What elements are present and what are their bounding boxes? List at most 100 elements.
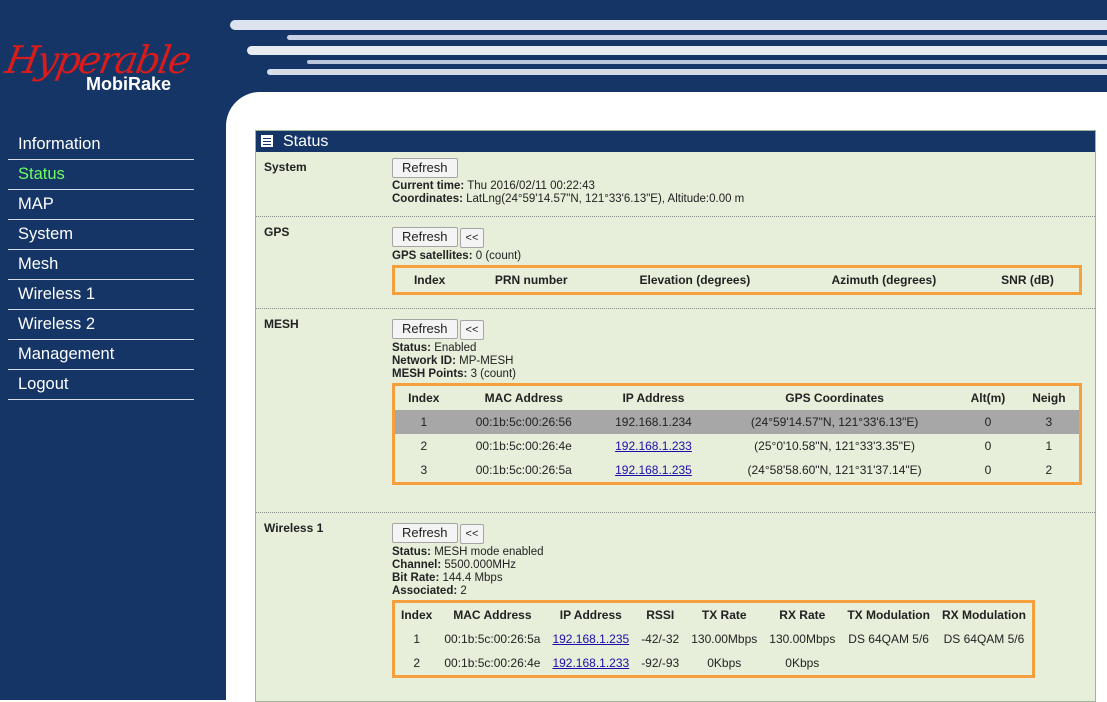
gps-section: GPS Refresh << GPS satellites: 0 (count) … — [256, 217, 1095, 309]
table-row[interactable]: 2 00:1b:5c:00:26:4e 192.168.1.233 -92/-9… — [394, 651, 1034, 677]
current-time-value: Thu 2016/02/11 00:22:43 — [467, 180, 595, 192]
table-header-row: Index MAC Address IP Address GPS Coordin… — [394, 385, 1081, 411]
column-header: IP Address — [622, 391, 685, 405]
associated-value: 2 — [460, 585, 467, 597]
gps-refresh-button[interactable]: Refresh — [392, 227, 458, 247]
column-header: MAC Address — [484, 391, 563, 405]
table-cell: 2 — [1045, 463, 1053, 477]
mesh-back-button[interactable]: << — [459, 320, 485, 340]
table-cell: 1 — [413, 632, 421, 646]
coordinates-value: LatLng(24°59'14.57"N, 121°33'6.13"E), Al… — [466, 193, 745, 205]
sidebar-item-logout[interactable]: Logout — [8, 370, 194, 400]
table-cell: 192.168.1.235 — [595, 458, 712, 484]
sidebar: Information Status MAP System Mesh Wirel… — [0, 125, 226, 700]
channel-value: 5500.000MHz — [444, 559, 517, 571]
column-header: RX Rate — [779, 608, 826, 622]
gps-back-button[interactable]: << — [459, 228, 485, 248]
wireless-1-table: Index MAC Address IP Address RSSI TX Rat… — [392, 600, 1035, 678]
system-title: System — [264, 160, 307, 174]
mesh-table: Index MAC Address IP Address GPS Coordin… — [392, 383, 1082, 485]
mesh-status-value: Enabled — [434, 342, 477, 354]
table-cell: 3 — [1018, 410, 1081, 434]
column-header: Elevation (degrees) — [639, 273, 751, 287]
table-cell: 00:1b:5c:00:26:5a — [444, 632, 541, 646]
system-refresh-button[interactable]: Refresh — [392, 158, 458, 178]
sidebar-item-management[interactable]: Management — [8, 340, 194, 370]
table-row[interactable]: 1 00:1b:5c:00:26:56 192.168.1.234 (24°59… — [393, 410, 1081, 434]
column-header: TX Modulation — [847, 608, 930, 622]
ip-link[interactable]: 192.168.1.235 — [615, 463, 692, 477]
column-header: Alt(m) — [970, 391, 1006, 405]
column-header: IP Address — [559, 608, 622, 622]
wireless-status-value: MESH mode enabled — [434, 546, 544, 558]
table-cell: DS 64QAM 5/6 — [848, 632, 929, 646]
channel-label: Channel: — [392, 559, 442, 571]
wireless-status-label: Status: — [392, 546, 431, 558]
table-cell: 1 — [393, 410, 453, 434]
mesh-section: MESH Refresh << Status: Enabled Network I… — [256, 309, 1095, 513]
table-cell: DS 64QAM 5/6 — [943, 632, 1025, 646]
column-header: Index — [413, 273, 446, 287]
table-cell: 0 — [984, 463, 992, 477]
column-header: Neigh — [1032, 391, 1066, 405]
ip-link[interactable]: 192.168.1.233 — [615, 439, 692, 453]
gps-satellites-value: 0 (count) — [475, 250, 522, 262]
wireless-1-back-button[interactable]: << — [459, 524, 485, 544]
table-row[interactable]: 3 00:1b:5c:00:26:5a 192.168.1.235 (24°58… — [394, 458, 1081, 484]
table-cell: 3 — [420, 463, 428, 477]
mesh-points-value: 3 (count) — [470, 368, 516, 380]
gps-title: GPS — [264, 225, 290, 239]
table-cell: 0 — [984, 439, 992, 453]
mesh-points-label: MESH Points: — [392, 368, 468, 380]
logo-subtitle: MobiRake — [86, 74, 172, 94]
status-panel: Status System Refresh Current time: Thu … — [255, 130, 1096, 702]
table-cell — [936, 651, 1034, 677]
sidebar-item-status[interactable]: Status — [8, 160, 194, 190]
table-cell: (24°58'58.60"N, 121°31'37.14"E) — [747, 463, 922, 477]
status-title: Status — [283, 133, 329, 150]
table-header-row: Index PRN number Elevation (degrees) Azi… — [394, 267, 1081, 294]
sidebar-item-map[interactable]: MAP — [8, 190, 194, 220]
bitrate-label: Bit Rate: — [392, 572, 440, 584]
column-header: Azimuth (degrees) — [831, 273, 937, 287]
table-header-row: Index MAC Address IP Address RSSI TX Rat… — [394, 602, 1034, 628]
sidebar-nav: Information Status MAP System Mesh Wirel… — [8, 130, 194, 400]
table-cell: 00:1b:5c:00:26:56 — [452, 410, 595, 434]
sidebar-item-wireless-1[interactable]: Wireless 1 — [8, 280, 194, 310]
table-cell: 0 — [957, 410, 1019, 434]
table-cell: (25°0'10.58"N, 121°33'3.35"E) — [754, 439, 915, 453]
network-id-label: Network ID: — [392, 355, 456, 367]
table-cell: -42/-32 — [641, 632, 680, 646]
column-header: RSSI — [646, 608, 675, 622]
table-cell: (24°59'14.57"N, 121°33'6.13"E) — [711, 410, 958, 434]
table-cell: 0Kbps — [785, 656, 820, 670]
sidebar-item-mesh[interactable]: Mesh — [8, 250, 194, 280]
table-cell: 00:1b:5c:00:26:5a — [475, 463, 572, 477]
wireless-1-refresh-button[interactable]: Refresh — [392, 523, 458, 543]
current-time-label: Current time: — [392, 180, 465, 192]
coordinates-label: Coordinates: — [392, 193, 463, 205]
mesh-title: MESH — [264, 317, 299, 331]
table-cell: 1 — [1045, 439, 1053, 453]
column-header: PRN number — [494, 273, 568, 287]
table-row[interactable]: 1 00:1b:5c:00:26:5a 192.168.1.235 -42/-3… — [394, 627, 1034, 651]
system-section: System Refresh Current time: Thu 2016/02… — [256, 152, 1095, 217]
associated-label: Associated: — [392, 585, 458, 597]
ip-link[interactable]: 192.168.1.233 — [552, 656, 629, 670]
table-cell: 00:1b:5c:00:26:4e — [475, 439, 572, 453]
table-cell: 130.00Mbps — [691, 632, 758, 646]
mesh-refresh-button[interactable]: Refresh — [392, 319, 458, 339]
sidebar-item-information[interactable]: Information — [8, 130, 194, 160]
table-cell: 2 — [420, 439, 428, 453]
ip-link[interactable]: 192.168.1.235 — [552, 632, 629, 646]
table-cell — [841, 651, 936, 677]
sidebar-item-wireless-2[interactable]: Wireless 2 — [8, 310, 194, 340]
gps-table: Index PRN number Elevation (degrees) Azi… — [392, 265, 1082, 295]
table-row[interactable]: 2 00:1b:5c:00:26:4e 192.168.1.233 (25°0'… — [394, 434, 1081, 458]
status-header: Status — [256, 131, 1095, 152]
wireless-1-section: Wireless 1 Refresh << Status: MESH mode e… — [256, 513, 1095, 701]
wireless-1-title: Wireless 1 — [264, 521, 324, 535]
header-stripes — [230, 10, 1107, 95]
sidebar-item-system[interactable]: System — [8, 220, 194, 250]
column-header: MAC Address — [453, 608, 532, 622]
